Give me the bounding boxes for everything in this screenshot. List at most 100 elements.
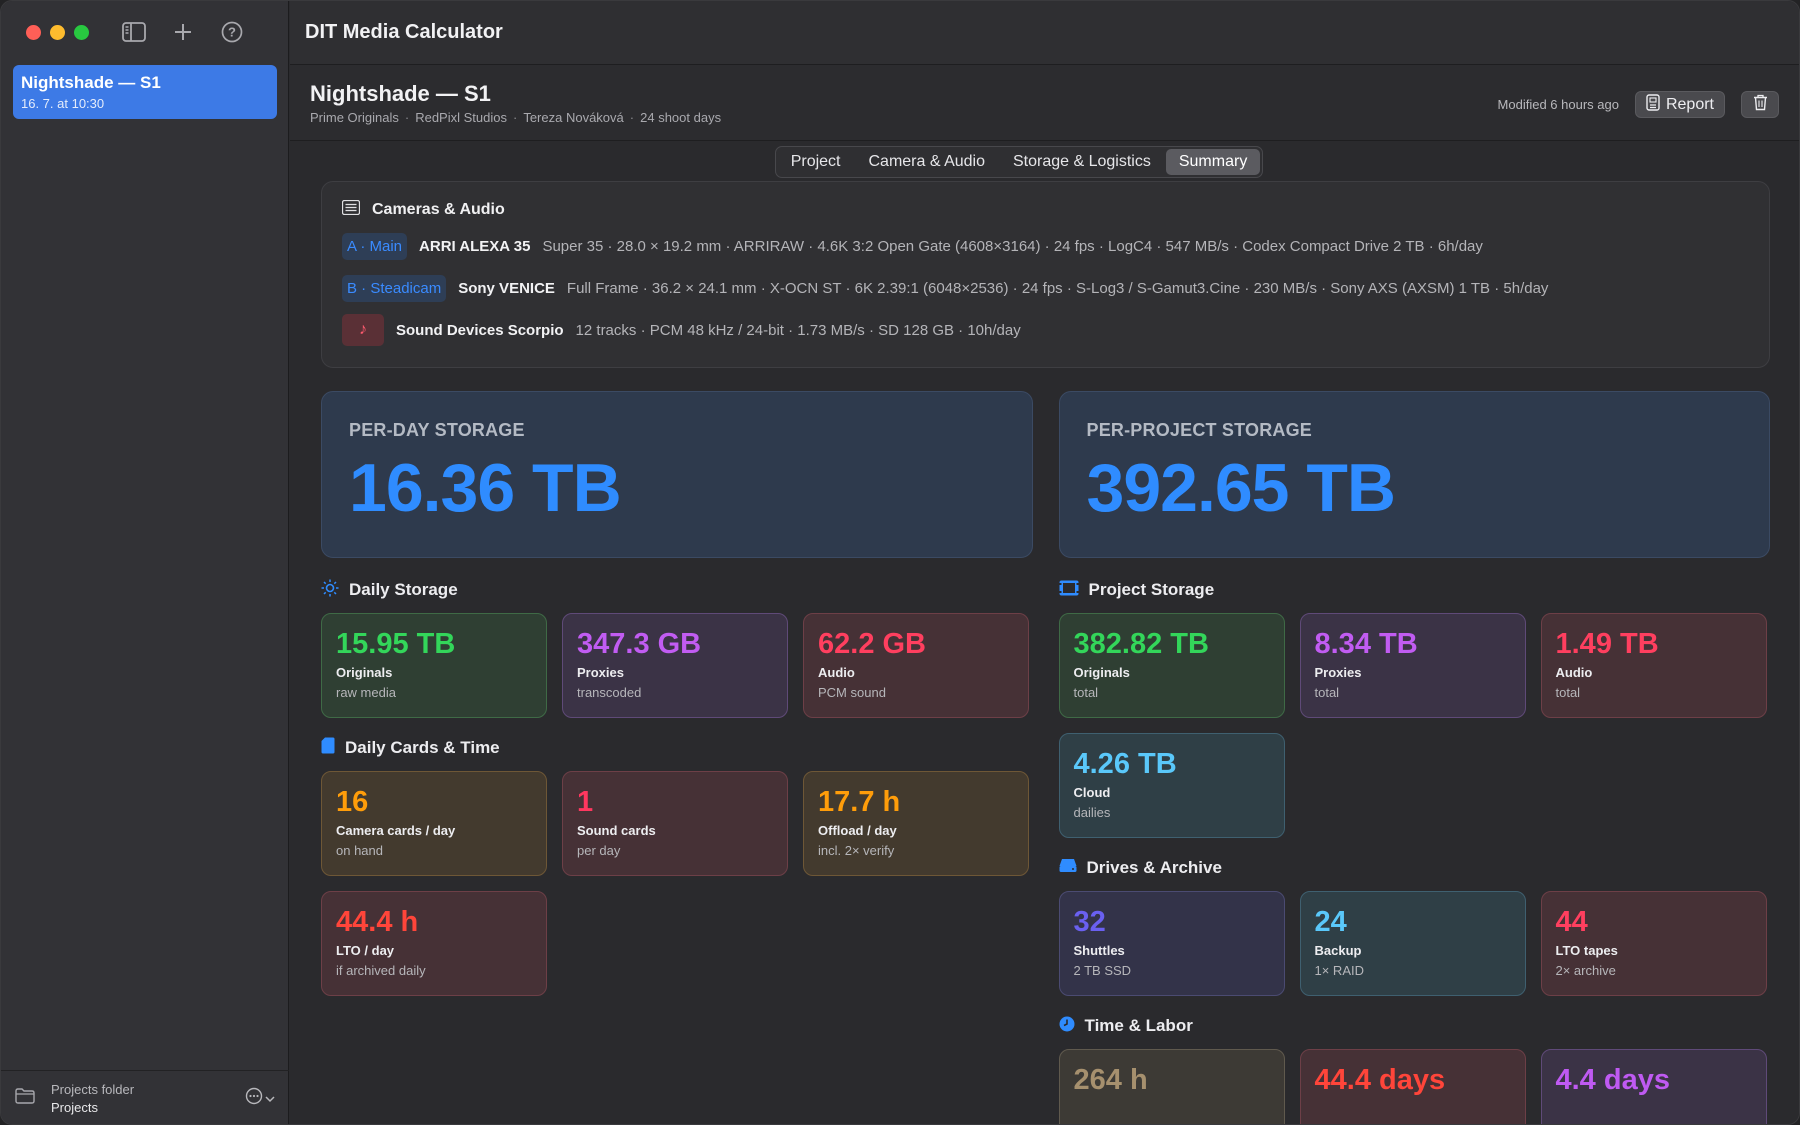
- project-storage-heading: Project Storage: [1059, 580, 1771, 600]
- stat-value: 4.26 TB: [1073, 748, 1177, 780]
- camera-badge: A · Main: [342, 232, 408, 260]
- stat-value: 16: [336, 786, 369, 818]
- tab-storage-logistics[interactable]: Storage & Logistics: [1000, 149, 1164, 175]
- stat-value: 1: [577, 786, 594, 818]
- stat-label: Originals: [336, 665, 393, 680]
- audio-row: ♪ Sound Devices Scorpio 12 tracks · PCM …: [342, 314, 1749, 346]
- meta-separator: ·: [629, 110, 635, 125]
- list-icon: [341, 199, 361, 220]
- stat-value: 32: [1073, 906, 1106, 938]
- stat-caption: 1× RAID: [1314, 963, 1365, 978]
- stat-label: Offload / day: [818, 823, 897, 838]
- stat-card: 1.49 TB Audio total: [1540, 613, 1767, 718]
- close-window-button[interactable]: [26, 25, 41, 40]
- per-project-storage-value: 392.65 TB: [1086, 450, 1397, 526]
- trash-icon: [1753, 94, 1768, 116]
- tab-bar-wrapper: Project Camera & Audio Storage & Logisti…: [290, 146, 1799, 178]
- stat-label: Camera cards / day: [336, 823, 456, 838]
- project-title: Nightshade — S1: [310, 81, 491, 106]
- stat-value: 62.2 GB: [818, 628, 926, 660]
- app-window: ? Nightshade — S1 16. 7. at 10:30 Projec…: [0, 0, 1800, 1125]
- stat-label: Sound cards: [577, 823, 656, 838]
- stat-card: 4.26 TB Cloud dailies: [1058, 733, 1285, 838]
- main-area: DIT Media Calculator Nightshade — S1 Pri…: [290, 1, 1799, 1124]
- camera-name: Sony VENICE: [458, 279, 555, 297]
- sidebar-toggle-icon[interactable]: [122, 20, 146, 44]
- per-day-storage-label: PER-DAY STORAGE: [349, 420, 525, 440]
- daily-cards-title: Daily Cards & Time: [345, 738, 500, 757]
- tab-summary[interactable]: Summary: [1165, 149, 1261, 175]
- sidebar-item-title: Nightshade — S1: [21, 73, 161, 92]
- stat-caption: incl. 2× verify: [818, 843, 895, 858]
- sidebar-footer[interactable]: Projects folder Projects: [1, 1070, 289, 1124]
- stat-card: 347.3 GB Proxies transcoded: [562, 613, 788, 718]
- more-menu-button[interactable]: [245, 1087, 275, 1110]
- tab-project[interactable]: Project: [778, 149, 854, 175]
- daily-cards-heading: Daily Cards & Time: [321, 737, 1033, 759]
- stat-card: 17.7 h Offload / day incl. 2× verify: [803, 771, 1029, 876]
- report-button[interactable]: Report: [1634, 91, 1725, 118]
- stat-card: 1 Sound cards per day: [562, 771, 788, 876]
- project-meta: Prime Originals · RedPixl Studios · Tere…: [310, 110, 721, 125]
- per-day-storage-value: 16.36 TB: [349, 450, 622, 526]
- stat-card: 15.95 TB Originals raw media: [321, 613, 547, 718]
- title-bar: DIT Media Calculator: [290, 1, 1799, 65]
- stat-card: 62.2 GB Audio PCM sound: [803, 613, 1029, 718]
- sun-icon: [321, 579, 339, 602]
- music-note-icon: ♪: [342, 314, 384, 346]
- per-project-storage-card: PER-PROJECT STORAGE 392.65 TB: [1058, 391, 1770, 558]
- per-project-storage-label: PER-PROJECT STORAGE: [1086, 420, 1313, 440]
- document-icon: [1646, 93, 1660, 116]
- summary-content: Cameras & Audio A · Main ARRI ALEXA 35 S…: [321, 181, 1771, 1124]
- stat-caption: PCM sound: [818, 685, 886, 700]
- zoom-window-button[interactable]: [74, 25, 89, 40]
- ellipsis-circle-icon: [245, 1087, 263, 1110]
- sd-card-icon: [321, 737, 335, 759]
- stat-card: 4.4 days: [1540, 1049, 1767, 1124]
- storage-totals: PER-DAY STORAGE 16.36 TB PER-PROJECT STO…: [321, 391, 1770, 558]
- sidebar-item-project[interactable]: Nightshade — S1 16. 7. at 10:30: [13, 65, 277, 119]
- meta-separator: ·: [404, 110, 410, 125]
- stat-value: 347.3 GB: [577, 628, 702, 660]
- stat-caption: total: [1073, 685, 1099, 700]
- project-header: Nightshade — S1 Prime Originals · RedPix…: [290, 65, 1799, 141]
- camera-row: A · Main ARRI ALEXA 35 Super 35 · 28.0 ×…: [342, 230, 1749, 262]
- stat-value: 17.7 h: [818, 786, 901, 818]
- stat-caption: 2 TB SSD: [1073, 963, 1132, 978]
- stat-value: 4.4 days: [1555, 1064, 1670, 1096]
- audio-recorder-name: Sound Devices Scorpio: [396, 321, 564, 339]
- stat-label: LTO / day: [336, 943, 395, 958]
- stat-card: 24 Backup 1× RAID: [1299, 891, 1526, 996]
- daily-storage-heading: Daily Storage: [321, 579, 1033, 602]
- stat-label: Shuttles: [1073, 943, 1125, 958]
- audio-specs: 12 tracks · PCM 48 kHz / 24-bit · 1.73 M…: [575, 321, 1021, 339]
- stat-caption: total: [1555, 685, 1581, 700]
- drives-archive-grid: 32 Shuttles 2 TB SSD 24 Backup 1× RAID 4…: [1058, 891, 1771, 996]
- time-labor-title: Time & Labor: [1084, 1016, 1193, 1035]
- meta-person: Tereza Nováková: [523, 110, 624, 125]
- cameras-audio-panel: Cameras & Audio A · Main ARRI ALEXA 35 S…: [321, 181, 1770, 368]
- stat-card: 8.34 TB Proxies total: [1299, 613, 1526, 718]
- svg-text:?: ?: [228, 25, 236, 40]
- stat-value: 15.95 TB: [336, 628, 456, 660]
- stat-label: LTO tapes: [1555, 943, 1618, 958]
- delete-button[interactable]: [1741, 91, 1779, 118]
- daily-cards-grid: 16 Camera cards / day on hand 1 Sound ca…: [321, 771, 1033, 996]
- camera-name: ARRI ALEXA 35: [419, 237, 531, 255]
- question-circle-icon[interactable]: ?: [220, 20, 244, 44]
- camera-row: B · Steadicam Sony VENICE Full Frame · 3…: [342, 272, 1749, 304]
- cameras-audio-heading: Cameras & Audio: [341, 199, 1749, 220]
- stat-label: Audio: [818, 665, 855, 680]
- stat-label: Proxies: [577, 665, 624, 680]
- app-title: DIT Media Calculator: [305, 21, 503, 43]
- stat-value: 44: [1555, 906, 1588, 938]
- plus-icon[interactable]: [171, 20, 195, 44]
- meta-client: Prime Originals: [310, 110, 399, 125]
- drives-archive-title: Drives & Archive: [1086, 858, 1222, 877]
- meta-shoot-days: 24 shoot days: [640, 110, 722, 125]
- report-button-label: Report: [1665, 95, 1714, 113]
- stat-value: 8.34 TB: [1314, 628, 1418, 660]
- tab-camera-audio[interactable]: Camera & Audio: [855, 149, 998, 175]
- sidebar-toolbar: ?: [122, 20, 244, 44]
- minimize-window-button[interactable]: [50, 25, 65, 40]
